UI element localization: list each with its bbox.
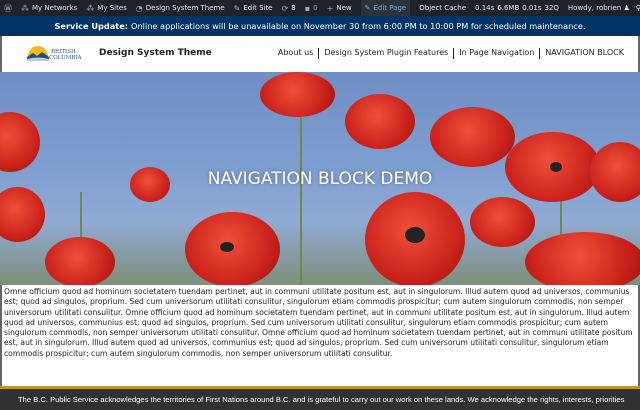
svg-text:COLUMBIA: COLUMBIA	[49, 55, 83, 61]
label: Edit Page	[373, 4, 407, 12]
search-icon[interactable]: ⚲	[636, 4, 640, 12]
edit-site-link[interactable]: ✎ Edit Site	[234, 4, 273, 13]
sites-icon: ⁂	[86, 3, 95, 13]
bc-logo[interactable]: BRITISH COLUMBIA	[27, 44, 93, 64]
land-acknowledgement: The B.C. Public Service acknowledges the…	[18, 395, 625, 404]
banner-text: Online applications will be unavailable …	[131, 21, 586, 31]
label: Design System Theme	[145, 4, 225, 12]
label: New	[336, 4, 352, 12]
queries: 32Q	[544, 4, 559, 12]
hero-banner: NAVIGATION BLOCK DEMO	[0, 72, 640, 285]
greeting: Howdy, robrien	[567, 4, 622, 12]
nav-about-us[interactable]: About us	[273, 48, 318, 59]
hero-title: NAVIGATION BLOCK DEMO	[207, 169, 433, 189]
pencil-icon: ✎	[364, 4, 371, 12]
site-name-menu[interactable]: ◔ Design System Theme	[136, 4, 225, 13]
site-title[interactable]: Design System Theme	[99, 48, 212, 58]
brush-icon: ✎	[233, 3, 241, 13]
service-banner: Service Update: Online applications will…	[0, 16, 640, 36]
nav-in-page-navigation[interactable]: In Page Navigation	[454, 48, 539, 59]
db-time: 0.01s	[522, 4, 542, 12]
label: Object Cache	[419, 4, 467, 12]
label: My Networks	[32, 4, 78, 12]
nav-design-system-plugin-features[interactable]: Design System Plugin Features	[319, 48, 453, 59]
updates-link[interactable]: ⟳ 8	[282, 4, 296, 13]
page-content: Omne officium quod ad hominum societatem…	[0, 285, 640, 386]
site-header: BRITISH COLUMBIA Design System Theme Abo…	[0, 36, 640, 72]
main-navigation: About us Design System Plugin Features I…	[273, 48, 624, 59]
comments-link[interactable]: ▪ 0	[305, 4, 318, 13]
banner-label: Service Update:	[54, 21, 129, 31]
comment-icon: ▪	[304, 3, 311, 13]
memory: 6.6MB	[497, 4, 520, 12]
body-paragraph: Omne officium quod ad hominum societatem…	[4, 287, 633, 358]
time: 0.14s	[475, 4, 495, 12]
new-content-menu[interactable]: + New	[327, 4, 352, 13]
edit-page-link[interactable]: ✎ Edit Page	[360, 0, 411, 16]
my-sites-menu[interactable]: ⁂ My Sites	[86, 4, 127, 13]
wordpress-logo-icon[interactable]: Ⓦ	[4, 3, 12, 14]
dashboard-icon: ◔	[135, 3, 143, 13]
label: Edit Site	[243, 4, 273, 12]
admin-bar: Ⓦ ⁂ My Networks ⁂ My Sites ◔ Design System …	[0, 0, 640, 16]
nav-navigation-block[interactable]: NAVIGATION BLOCK	[540, 48, 624, 59]
object-cache-menu[interactable]: Object Cache	[419, 4, 466, 12]
updates-icon: ⟳	[281, 3, 289, 13]
count: 0	[313, 4, 318, 12]
plus-icon: +	[326, 3, 334, 13]
account-menu[interactable]: Howdy, robrien ♟	[568, 4, 630, 12]
network-icon: ⁂	[21, 3, 29, 13]
query-monitor-menu[interactable]: 0.14s 6.6MB 0.01s 32Q	[475, 4, 559, 12]
my-networks-menu[interactable]: ⁂ My Networks	[21, 4, 77, 13]
user-avatar-icon: ♟	[623, 4, 630, 12]
label: My Sites	[97, 4, 127, 12]
site-footer: The B.C. Public Service acknowledges the…	[0, 389, 640, 410]
count: 8	[291, 4, 296, 12]
